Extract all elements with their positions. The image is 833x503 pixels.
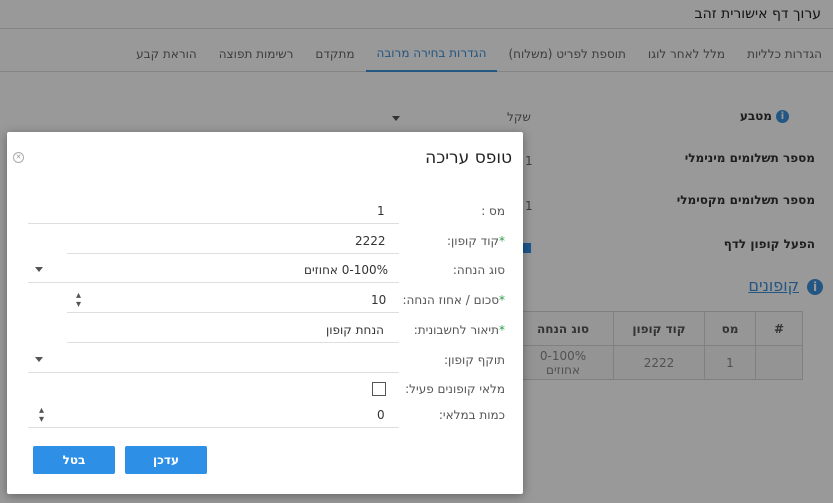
cancel-button[interactable]: בטל (33, 446, 115, 474)
close-icon[interactable]: ✕ (13, 152, 24, 163)
invoice-description-label: *תיאור לחשבונית: (414, 323, 505, 337)
coupon-validity-label: תוקף קופון: (443, 353, 505, 367)
required-marker: * (499, 234, 505, 248)
stepper-icon[interactable]: ▴ ▾ (39, 406, 44, 425)
required-marker: * (499, 293, 505, 307)
stepper-icon[interactable]: ▴ ▾ (76, 291, 81, 310)
coupon-code-label: *קוד קופון: (447, 234, 505, 248)
stock-active-checkbox[interactable] (372, 382, 386, 396)
field-discount-amount: *סכום / אחוז הנחה: 10 ▴ ▾ (7, 287, 523, 313)
field-underline (28, 372, 399, 373)
invoice-description-input[interactable]: הנחת קופון (326, 323, 384, 337)
field-stock-active: מלאי קופונים פעיל: (7, 376, 523, 402)
invoice-description-label-text: תיאור לחשבונית: (413, 323, 499, 337)
chevron-down-icon[interactable] (35, 267, 43, 272)
field-discount-type: סוג הנחה: 0-100% אחוזים (7, 257, 523, 283)
field-number: מס : 1 (7, 198, 523, 224)
discount-amount-label-text: סכום / אחוז הנחה: (402, 293, 499, 307)
field-stock-quantity: כמות במלאי: 0 ▴ ▾ (7, 402, 523, 428)
field-underline (28, 223, 399, 224)
stock-active-label: מלאי קופונים פעיל: (405, 382, 505, 396)
field-underline (67, 312, 399, 313)
update-button[interactable]: עדכן (125, 446, 207, 474)
discount-type-label: סוג הנחה: (452, 263, 505, 277)
field-underline (67, 253, 399, 254)
required-marker: * (499, 323, 505, 337)
chevron-down-icon[interactable] (35, 357, 43, 362)
number-label: מס : (481, 204, 505, 218)
coupon-code-label-text: קוד קופון: (446, 234, 499, 248)
field-coupon-validity: תוקף קופון: (7, 347, 523, 373)
discount-amount-input[interactable]: 10 (371, 293, 386, 307)
stock-quantity-label: כמות במלאי: (438, 408, 505, 422)
discount-amount-label: *סכום / אחוז הנחה: (402, 293, 505, 307)
number-value: 1 (377, 204, 385, 218)
discount-type-select[interactable]: 0-100% אחוזים (304, 263, 388, 277)
stock-quantity-input[interactable]: 0 (377, 408, 385, 422)
modal-title: טופס עריכה (425, 148, 512, 168)
field-coupon-code: *קוד קופון: 2222 (7, 228, 523, 254)
edit-form-modal: טופס עריכה ✕ מס : 1 *קוד קופון: 2222 סוג… (7, 132, 523, 494)
field-invoice-description: *תיאור לחשבונית: הנחת קופון (7, 317, 523, 343)
coupon-code-input[interactable]: 2222 (355, 234, 386, 248)
field-underline (67, 342, 399, 343)
field-underline (28, 282, 399, 283)
field-underline (28, 427, 399, 428)
